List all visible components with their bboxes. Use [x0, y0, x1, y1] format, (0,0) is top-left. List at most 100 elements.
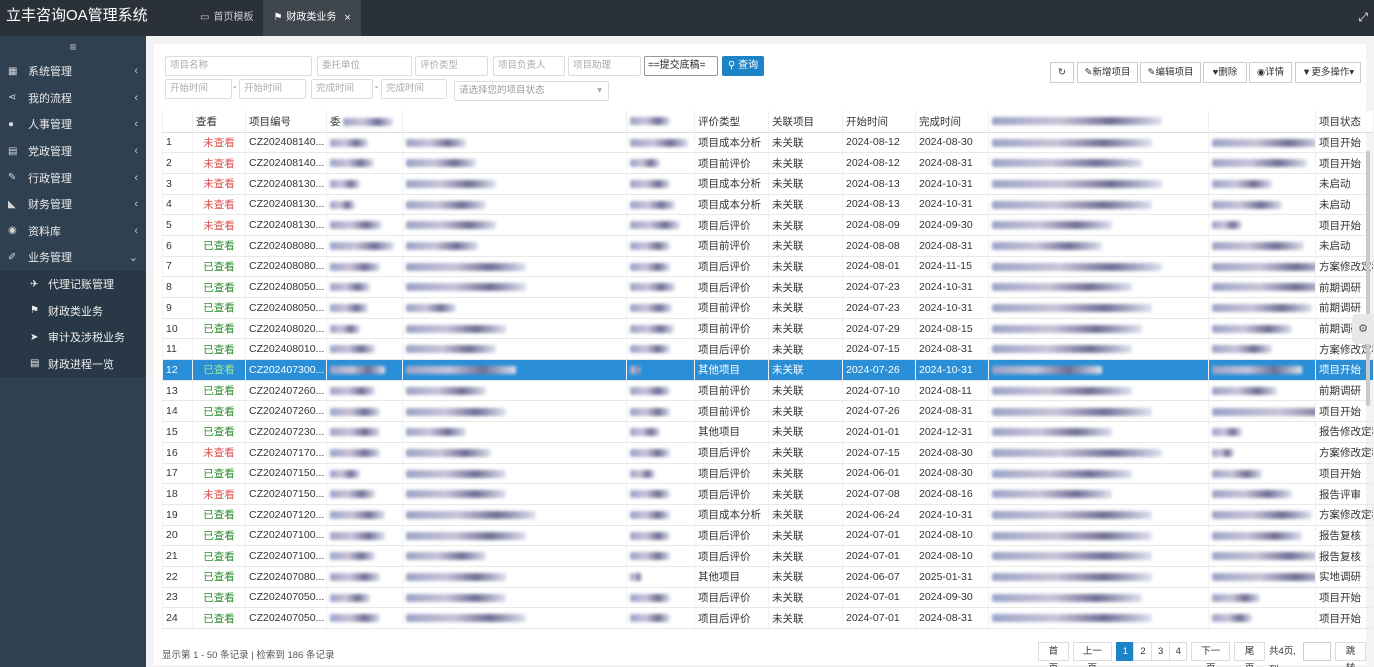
- col-client[interactable]: 委: [326, 111, 403, 133]
- sidebar-item-finance[interactable]: ◣ 财务管理 ‹: [0, 191, 146, 218]
- col-start[interactable]: 开始时间: [842, 111, 916, 133]
- table-row[interactable]: 7 已查看 CZ202408080... 项目后评价 未关联 2024-08-01 2024…: [162, 256, 1373, 278]
- project-status-cell: 方案修改定稿: [1315, 442, 1373, 464]
- next-page-button[interactable]: 下一页: [1191, 642, 1231, 667]
- sidebar-item-my-flow[interactable]: ⋖ 我的流程 ‹: [0, 85, 146, 112]
- page-1-button[interactable]: 1: [1115, 642, 1135, 661]
- business-submenu: ✈ 代理记账管理 ⚑ 财政类业务 ➤ 审计及涉税业务 ▤ 财政进程一览: [0, 270, 146, 378]
- jump-button[interactable]: 跳转: [1335, 642, 1366, 667]
- redacted-cell: [402, 380, 627, 402]
- col-redacted-3[interactable]: [988, 111, 1209, 133]
- table-row[interactable]: 9 已查看 CZ202408050... 项目前评价 未关联 2024-07-23 2024…: [162, 297, 1373, 319]
- page-4-button[interactable]: 4: [1168, 642, 1188, 661]
- col-redacted-2[interactable]: [626, 111, 695, 133]
- table-row[interactable]: 19 已查看 CZ202407120... 项目成本分析 未关联 2024-06-24 20…: [162, 504, 1373, 526]
- redacted-cell: [402, 421, 627, 443]
- detail-button[interactable]: ◉详情: [1249, 62, 1292, 83]
- sidebar-subitem-audit-tax[interactable]: ➤ 审计及涉税业务: [0, 324, 146, 351]
- eval-type-cell: 项目后评价: [694, 463, 769, 485]
- col-view[interactable]: 查看: [192, 111, 246, 133]
- redacted-cell: [988, 152, 1209, 174]
- table-row[interactable]: 13 已查看 CZ202407260... 项目前评价 未关联 2024-07-10 202…: [162, 380, 1373, 402]
- sidebar-item-business[interactable]: ✐ 业务管理 ⌄: [0, 244, 146, 271]
- page-jump-input[interactable]: [1302, 642, 1332, 661]
- tab-home-template[interactable]: ▭ 首页模板: [190, 0, 263, 36]
- col-code[interactable]: 项目编号: [245, 111, 327, 133]
- table-row[interactable]: 20 已查看 CZ202407100... 项目后评价 未关联 2024-07-01 202…: [162, 525, 1373, 547]
- col-related[interactable]: 关联项目: [768, 111, 843, 133]
- col-status[interactable]: 项目状态: [1315, 111, 1373, 133]
- table-row[interactable]: 3 未查看 CZ202408130... 项目成本分析 未关联 2024-08-13 202…: [162, 173, 1373, 195]
- add-project-button[interactable]: ✎新增项目: [1077, 62, 1138, 83]
- table-row[interactable]: 21 已查看 CZ202407100... 项目后评价 未关联 2024-07-01 202…: [162, 545, 1373, 567]
- sidebar-item-admin[interactable]: ✎ 行政管理 ‹: [0, 164, 146, 191]
- client-input[interactable]: 委托单位: [317, 56, 412, 76]
- start-date-from-input[interactable]: 开始时间: [165, 79, 232, 99]
- table-row[interactable]: 15 已查看 CZ202407230... 其他项目 未关联 2024-01-01 2024…: [162, 421, 1373, 443]
- table-row[interactable]: 6 已查看 CZ202408080... 项目前评价 未关联 2024-08-08 2024…: [162, 235, 1373, 257]
- status-select[interactable]: 请选择您的项目状态 ▾: [454, 81, 609, 101]
- redacted-cell: [626, 152, 695, 174]
- tab-finance-business[interactable]: ⚑ 财政类业务 ×: [263, 0, 361, 36]
- monitor-icon: ▭: [200, 12, 210, 23]
- view-status-cell: 已查看: [192, 318, 246, 340]
- end-date-to-input[interactable]: 完成时间: [381, 79, 447, 99]
- end-date-cell: 2024-08-31: [915, 338, 989, 361]
- sidebar-item-system[interactable]: ▦ 系统管理 ‹: [0, 58, 146, 85]
- refresh-button[interactable]: ↻: [1050, 62, 1074, 83]
- col-eval-type[interactable]: 评价类型: [694, 111, 769, 133]
- table-row[interactable]: 11 已查看 CZ202408010... 项目后评价 未关联 2024-07-15 202…: [162, 338, 1373, 361]
- end-date-from-input[interactable]: 完成时间: [311, 79, 373, 99]
- close-icon[interactable]: ×: [344, 0, 350, 36]
- manager-input[interactable]: 项目负责人: [493, 56, 565, 76]
- sidebar-subitem-finance-progress[interactable]: ▤ 财政进程一览: [0, 351, 146, 378]
- table-row[interactable]: 17 已查看 CZ202407150... 项目后评价 未关联 2024-06-01 202…: [162, 463, 1373, 485]
- first-page-button[interactable]: 首页: [1038, 642, 1069, 667]
- sidebar-item-party[interactable]: ▤ 党政管理 ‹: [0, 138, 146, 165]
- table-row[interactable]: 14 已查看 CZ202407260... 项目前评价 未关联 2024-07-26 202…: [162, 400, 1373, 423]
- table-row[interactable]: 16 未查看 CZ202407170... 项目后评价 未关联 2024-07-15 202…: [162, 442, 1373, 464]
- redacted-cell: [1208, 545, 1316, 567]
- table-row[interactable]: 2 未查看 CZ202408140... 项目前评价 未关联 2024-08-12 2024…: [162, 152, 1373, 174]
- menu-toggle-icon[interactable]: ≡: [0, 36, 146, 58]
- sidebar-subitem-bookkeeping[interactable]: ✈ 代理记账管理: [0, 271, 146, 298]
- col-redacted-1[interactable]: [402, 111, 627, 133]
- eval-type-input[interactable]: 评价类型: [415, 56, 488, 76]
- redacted-cell: [988, 318, 1209, 340]
- page-3-button[interactable]: 3: [1150, 642, 1170, 661]
- table-row[interactable]: 23 已查看 CZ202407050... 项目后评价 未关联 2024-07-01 202…: [162, 587, 1373, 609]
- table-row[interactable]: 24 已查看 CZ202407050... 项目后评价 未关联 2024-07-01 202…: [162, 607, 1373, 629]
- assistant-input[interactable]: 项目助理: [568, 56, 641, 76]
- delete-button[interactable]: ♥删除: [1203, 62, 1247, 83]
- more-actions-button[interactable]: ▼更多操作▾: [1295, 62, 1361, 83]
- table-scrollbar[interactable]: [1366, 151, 1370, 406]
- col-end[interactable]: 完成时间: [915, 111, 989, 133]
- row-index-cell: 12: [162, 359, 193, 381]
- sidebar-item-library[interactable]: ◉ 资料库 ‹: [0, 218, 146, 245]
- table-row[interactable]: 5 未查看 CZ202408130... 项目后评价 未关联 2024-08-09 2024…: [162, 214, 1373, 236]
- last-page-button[interactable]: 尾页: [1234, 642, 1265, 667]
- end-date-cell: 2024-10-31: [915, 173, 989, 195]
- table-row[interactable]: 12 已查看 CZ202407300... 其他项目 未关联 2024-07-26 2024…: [162, 359, 1373, 381]
- edit-project-button[interactable]: ✎编辑项目: [1140, 62, 1201, 83]
- page-2-button[interactable]: 2: [1133, 642, 1152, 661]
- table-row[interactable]: 1 未查看 CZ202408140... 项目成本分析 未关联 2024-08-12 202…: [162, 132, 1373, 154]
- submit-draft-select[interactable]: ==提交底稿=: [644, 56, 718, 76]
- table-row[interactable]: 4 未查看 CZ202408130... 项目成本分析 未关联 2024-08-13 202…: [162, 194, 1373, 216]
- prev-page-button[interactable]: 上一页: [1072, 642, 1112, 667]
- table-row[interactable]: 8 已查看 CZ202408050... 项目后评价 未关联 2024-07-23 2024…: [162, 276, 1373, 298]
- table-row[interactable]: 22 已查看 CZ202407080... 其他项目 未关联 2024-06-07 2025…: [162, 566, 1373, 588]
- redacted-block: [330, 490, 375, 499]
- table-row[interactable]: 10 已查看 CZ202408020... 项目前评价 未关联 2024-07-29 202…: [162, 318, 1373, 340]
- redacted-block: [630, 552, 670, 561]
- start-date-to-input[interactable]: 开始时间: [239, 79, 306, 99]
- fullscreen-icon[interactable]: ⤢: [1358, 10, 1368, 25]
- sidebar-item-hr[interactable]: ● 人事管理 ‹: [0, 111, 146, 138]
- table-row[interactable]: 18 未查看 CZ202407150... 项目后评价 未关联 2024-07-08 202…: [162, 483, 1373, 505]
- project-name-input[interactable]: 项目名称: [165, 56, 312, 76]
- gear-icon[interactable]: ⚙: [1352, 314, 1374, 344]
- app-title: 立丰咨询OA管理系统: [6, 7, 148, 24]
- sidebar-subitem-finance-business[interactable]: ⚑ 财政类业务: [0, 297, 146, 324]
- col-redacted-4[interactable]: [1208, 111, 1316, 133]
- query-button[interactable]: ⚲ 查询: [722, 56, 765, 76]
